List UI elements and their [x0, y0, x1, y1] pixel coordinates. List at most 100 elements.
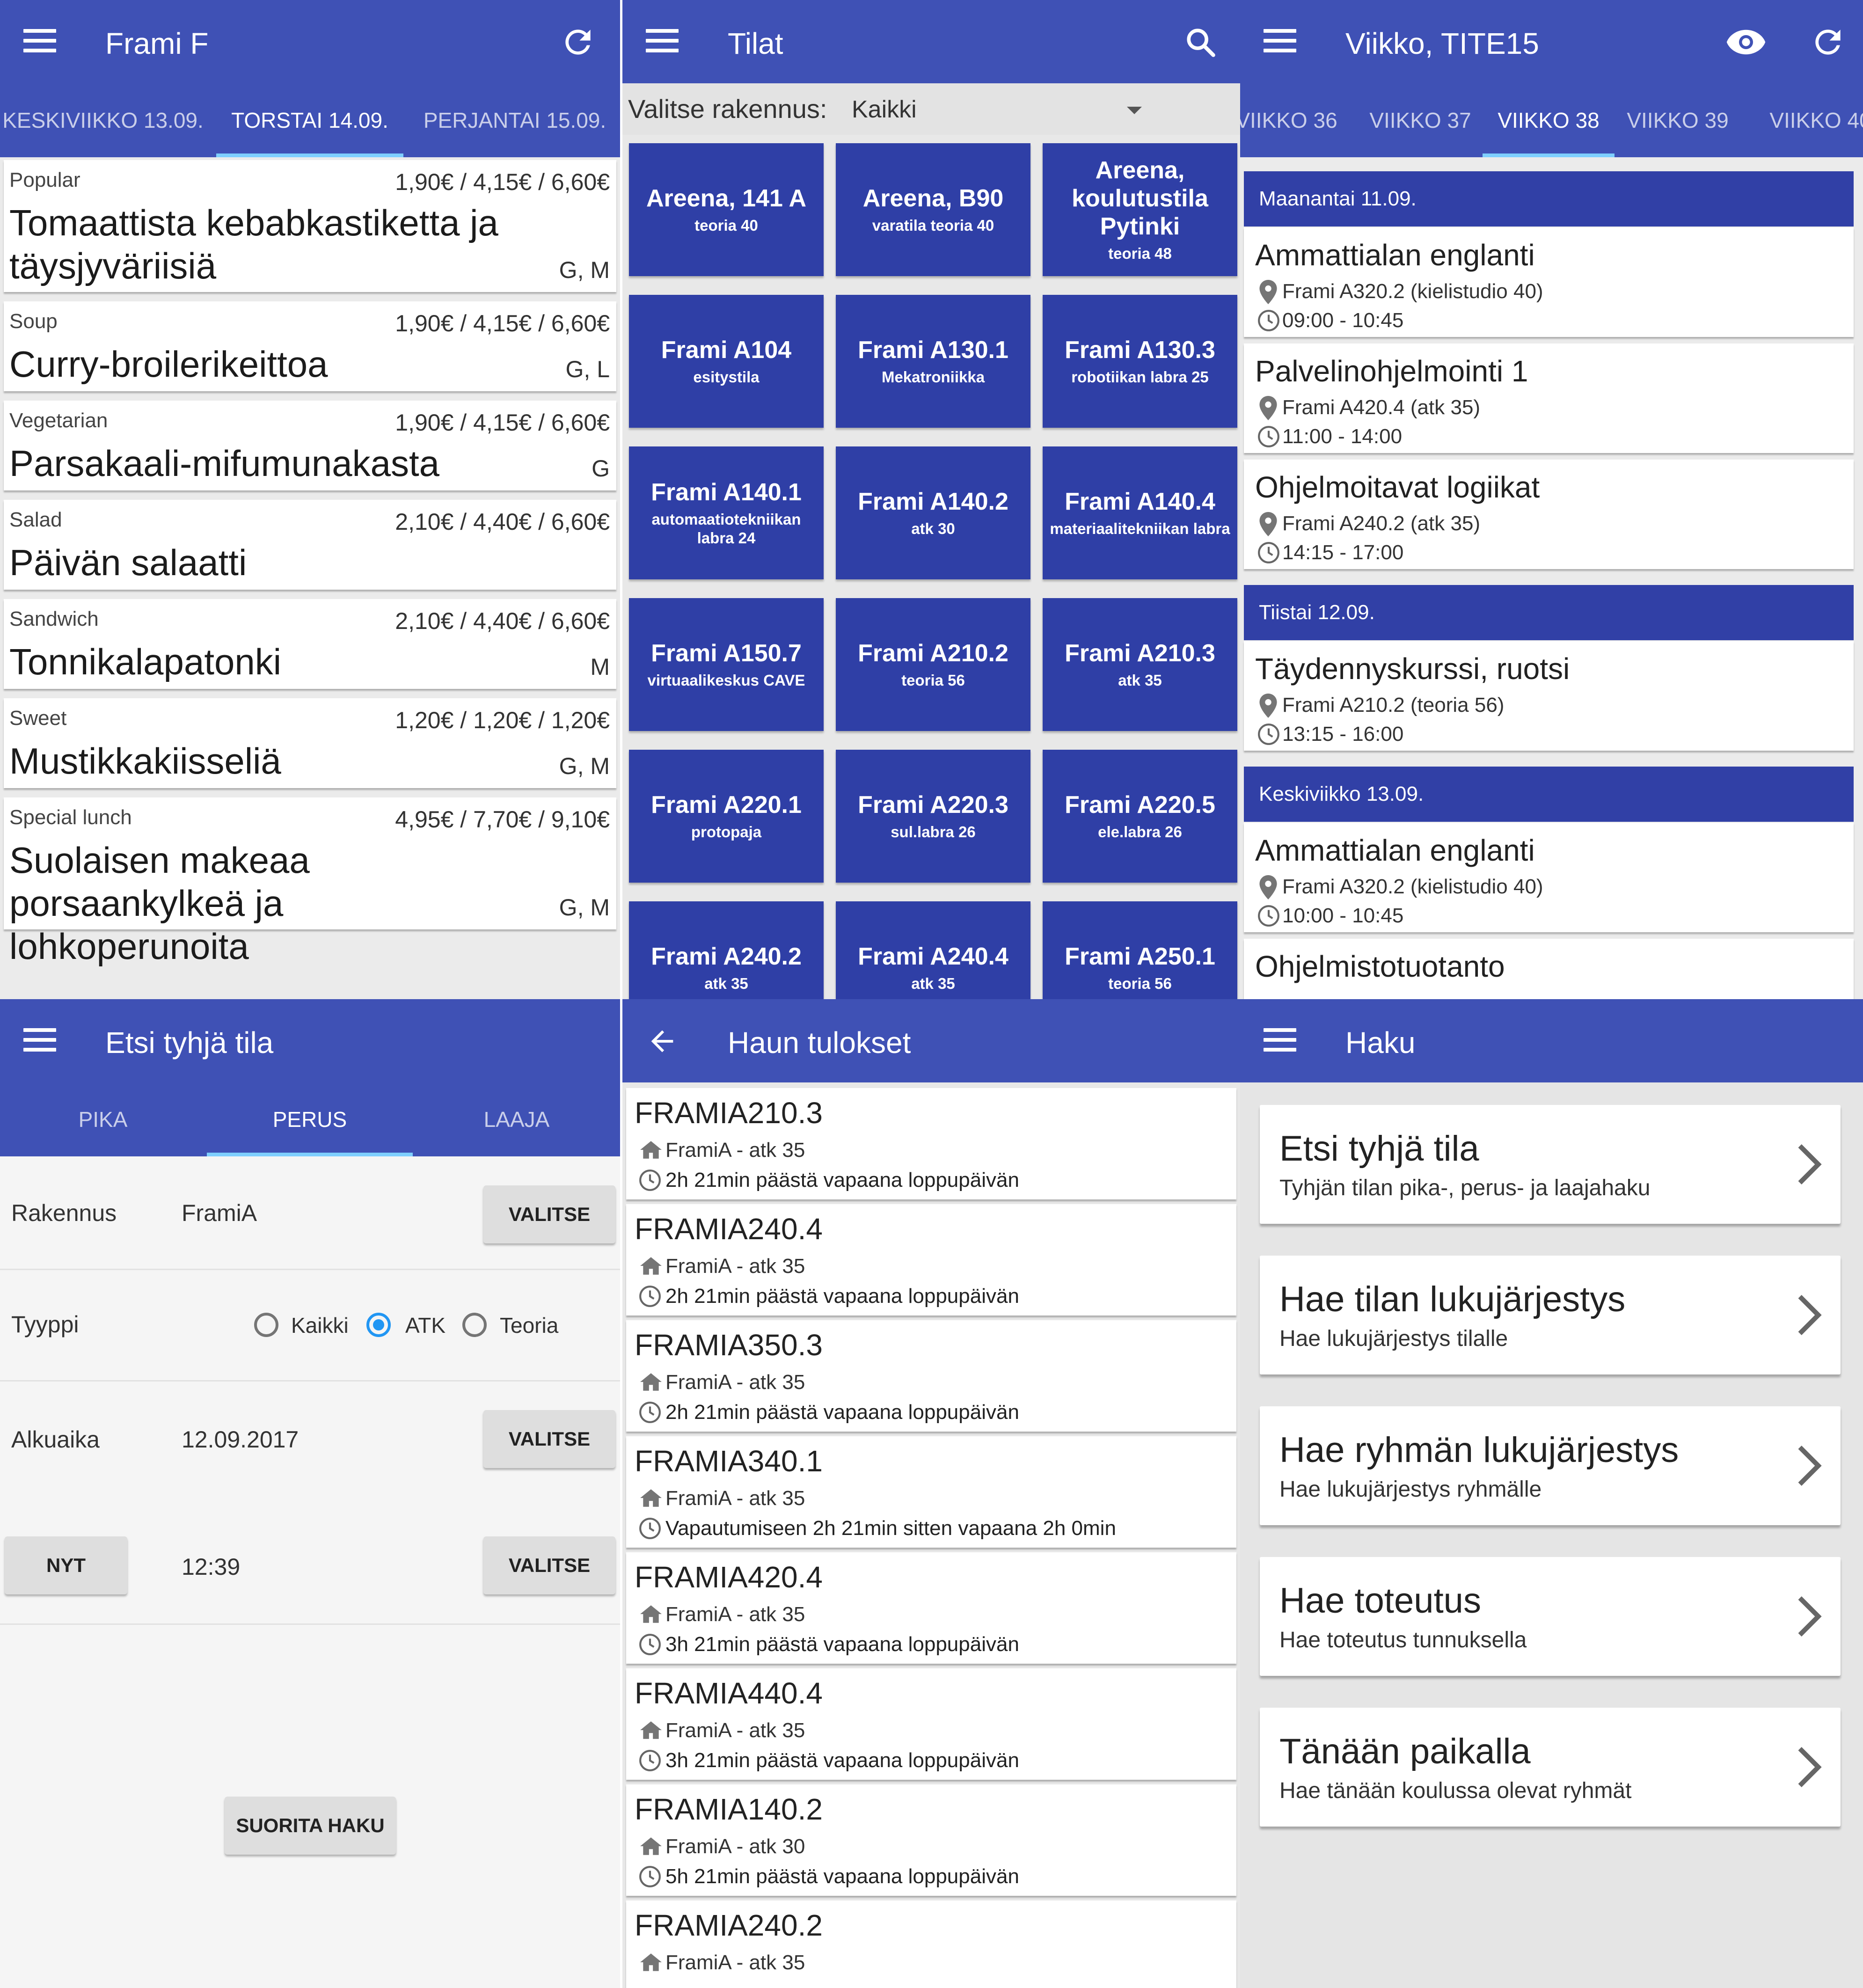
room-tile[interactable]: Frami A210.3 atk 35 [1043, 598, 1237, 731]
search-option-card[interactable]: Hae tilan lukujärjestys Hae lukujärjestys… [1260, 1256, 1841, 1374]
availability-status: 5h 21min päästä vapaana loppupäivän [665, 1865, 1019, 1888]
tab-wednesday[interactable]: KESKIVIIKKO 13.09. [0, 83, 206, 157]
room-tile[interactable]: Frami A130.3 robotiikan labra 25 [1043, 295, 1237, 428]
room-description: atk 35 [704, 975, 748, 992]
menu-icon[interactable] [1264, 29, 1296, 52]
lesson-card[interactable]: Ohjelmoitavat logiikat Frami A240.2 (atk… [1244, 460, 1854, 569]
tab-laaja[interactable]: LAAJA [414, 1082, 620, 1156]
search-icon[interactable] [1179, 21, 1221, 63]
radio-atk[interactable] [366, 1313, 391, 1337]
result-item[interactable]: FRAMIA140.2 FramiA - atk 30 5h 21min pääst… [626, 1784, 1236, 1896]
result-item[interactable]: FRAMIA340.1 FramiA - atk 35 Vapautumiseen … [626, 1436, 1236, 1548]
search-option-card[interactable]: Hae toteutus Hae toteutus tunnuksella [1260, 1557, 1841, 1676]
menu-icon[interactable] [646, 29, 679, 52]
lesson-card[interactable]: Täydennyskurssi, ruotsi Frami A210.2 (te… [1244, 641, 1854, 751]
room-description: virtuaalikeskus CAVE [647, 672, 805, 689]
menu-item[interactable]: Salad 2,10€ / 4,40€ / 6,60€ Päivän salaa… [4, 500, 616, 590]
menu-icon[interactable] [1264, 1028, 1296, 1052]
eye-icon[interactable] [1725, 21, 1767, 63]
room-id: FRAMIA240.4 [635, 1212, 823, 1246]
choose-date-button[interactable]: VALITSE [483, 1410, 615, 1468]
menu-dish: Tomaattista kebabkastiketta ja täysjyväri… [9, 202, 498, 286]
menu-item[interactable]: Sweet 1,20€ / 1,20€ / 1,20€ Mustikkakiis… [4, 698, 616, 788]
back-arrow-icon[interactable] [646, 1025, 679, 1060]
result-item[interactable]: FRAMIA420.4 FramiA - atk 35 3h 21min pääst… [626, 1552, 1236, 1664]
tab-week-38[interactable]: VIIKKO 38 [1483, 83, 1615, 157]
room-tile[interactable]: Frami A220.1 protopaja [629, 750, 824, 883]
menu-item[interactable]: Special lunch 4,95€ / 7,70€ / 9,10€ Suol… [4, 797, 616, 967]
room-tile[interactable]: Frami A250.1 teoria 56 [1043, 901, 1237, 999]
radio-teoria[interactable] [462, 1313, 487, 1337]
result-item[interactable]: FRAMIA210.3 FramiA - atk 35 2h 21min pääst… [626, 1088, 1236, 1199]
room-tile[interactable]: Frami A240.4 atk 35 [836, 901, 1030, 999]
menu-item[interactable]: Soup 1,90€ / 4,15€ / 6,60€ Curry-broiler… [4, 301, 616, 391]
tab-friday[interactable]: PERJANTAI 15.09. [412, 83, 618, 157]
room-tile[interactable]: Frami A240.2 atk 35 [629, 901, 824, 999]
refresh-icon[interactable] [1807, 21, 1849, 63]
room-tile[interactable]: Frami A140.4 materiaalitekniikan labra [1043, 446, 1237, 579]
room-tile[interactable]: Frami A220.5 ele.labra 26 [1043, 750, 1237, 883]
room-tile[interactable]: Areena, 141 A teoria 40 [629, 143, 824, 276]
lesson-name: Ammattialan englanti [1255, 833, 1535, 867]
room-tile[interactable]: Frami A210.2 teoria 56 [836, 598, 1030, 731]
room-tile[interactable]: Frami A140.1 automaatiotekniikan labra 24 [629, 446, 824, 579]
building-value[interactable]: Kaikki [852, 95, 917, 124]
menu-category: Vegetarian [9, 409, 108, 432]
run-search-button[interactable]: SUORITA HAKU [225, 1797, 396, 1855]
menu-item[interactable]: Sandwich 2,10€ / 4,40€ / 6,60€ Tonnikala… [4, 599, 616, 689]
room-tile[interactable]: Frami A220.3 sul.labra 26 [836, 750, 1030, 883]
option-title: Hae ryhmän lukujärjestys [1279, 1430, 1679, 1470]
result-item[interactable]: FRAMIA240.2 FramiA - atk 35 [626, 1900, 1236, 1988]
room-name: Frami A104 [661, 336, 792, 364]
refresh-icon[interactable] [557, 21, 599, 63]
building-selector[interactable]: Valitse rakennus: Kaikki [622, 83, 1240, 135]
day-header: Maanantai 11.09. [1244, 171, 1854, 227]
choose-time-button[interactable]: VALITSE [483, 1536, 615, 1594]
lesson-time: 10:00 - 10:45 [1282, 904, 1404, 927]
building-value: FramiA [182, 1200, 257, 1226]
tab-perus[interactable]: PERUS [207, 1082, 413, 1156]
tab-week-36[interactable]: VIIKKO 36 [1240, 83, 1340, 157]
lesson-card[interactable]: Ammattialan englanti Frami A320.2 (kieli… [1244, 227, 1854, 337]
result-item[interactable]: FRAMIA440.4 FramiA - atk 35 3h 21min pääst… [626, 1668, 1236, 1780]
day-header: Keskiviikko 13.09. [1244, 767, 1854, 822]
room-description: teoria 56 [1108, 975, 1172, 992]
room-tile[interactable]: Frami A104 esitystila [629, 295, 824, 428]
room-description: varatila teoria 40 [872, 217, 994, 234]
lesson-card[interactable]: Ammattialan englanti Frami A320.2 (kieli… [1244, 823, 1854, 932]
search-option-card[interactable]: Tänään paikalla Hae tänään koulussa oleva… [1260, 1708, 1841, 1827]
room-tile[interactable]: Frami A150.7 virtuaalikeskus CAVE [629, 598, 824, 731]
menu-item[interactable]: Popular 1,90€ / 4,15€ / 6,60€ Tomaattist… [4, 160, 616, 292]
tab-pika[interactable]: PIKA [0, 1082, 206, 1156]
lesson-card[interactable]: Palvelinohjelmointi 1 Frami A420.4 (atk … [1244, 344, 1854, 453]
room-id: FRAMIA240.2 [635, 1908, 823, 1942]
tab-week-40[interactable]: VIIKKO 40 [1760, 83, 1863, 157]
radio-kaikki[interactable] [254, 1313, 278, 1337]
tab-thursday[interactable]: TORSTAI 14.09. [216, 83, 403, 157]
screen-title: Haku [1345, 1026, 1416, 1060]
search-option-card[interactable]: Etsi tyhjä tila Tyhjän tilan pika-, perus… [1260, 1105, 1841, 1224]
menu-icon[interactable] [23, 1028, 56, 1052]
lesson-time: 14:15 - 17:00 [1282, 541, 1404, 564]
room-tile[interactable]: Areena, B90 varatila teoria 40 [836, 143, 1030, 276]
search-option-card[interactable]: Hae ryhmän lukujärjestys Hae lukujärjesty… [1260, 1406, 1841, 1525]
choose-building-button[interactable]: VALITSE [483, 1185, 615, 1243]
tab-week-39[interactable]: VIIKKO 39 [1619, 83, 1736, 157]
menu-dish: Suolaisen makeaa porsaankylkeä ja lohkope… [9, 840, 310, 967]
menu-item[interactable]: Vegetarian 1,90€ / 4,15€ / 6,60€ Parsaka… [4, 401, 616, 490]
dropdown-arrow-icon[interactable] [1127, 107, 1142, 114]
start-time-row: Alkuaika 12.09.2017 VALITSE NYT 12:39 VA… [0, 1380, 620, 1625]
result-item[interactable]: FRAMIA240.4 FramiA - atk 35 2h 21min pääst… [626, 1204, 1236, 1316]
tab-week-37[interactable]: VIIKKO 37 [1362, 83, 1479, 157]
restaurant-menu-screen: Frami F KESKIVIIKKO 13.09. TORSTAI 14.09… [0, 0, 620, 999]
menu-icon[interactable] [23, 29, 56, 52]
tab-indicator [207, 1153, 413, 1156]
lesson-card[interactable]: Ohjelmistotuotanto [1244, 939, 1854, 999]
room-tile[interactable]: Areena, koulutustila Pytinki teoria 48 [1043, 143, 1237, 276]
room-tile[interactable]: Frami A130.1 Mekatroniikka [836, 295, 1030, 428]
room-tile[interactable]: Frami A140.2 atk 30 [836, 446, 1030, 579]
result-item[interactable]: FRAMIA350.3 FramiA - atk 35 2h 21min pääst… [626, 1320, 1236, 1432]
now-button[interactable]: NYT [5, 1536, 127, 1594]
clock-icon [638, 1517, 662, 1542]
room-description: atk 35 [911, 975, 955, 992]
